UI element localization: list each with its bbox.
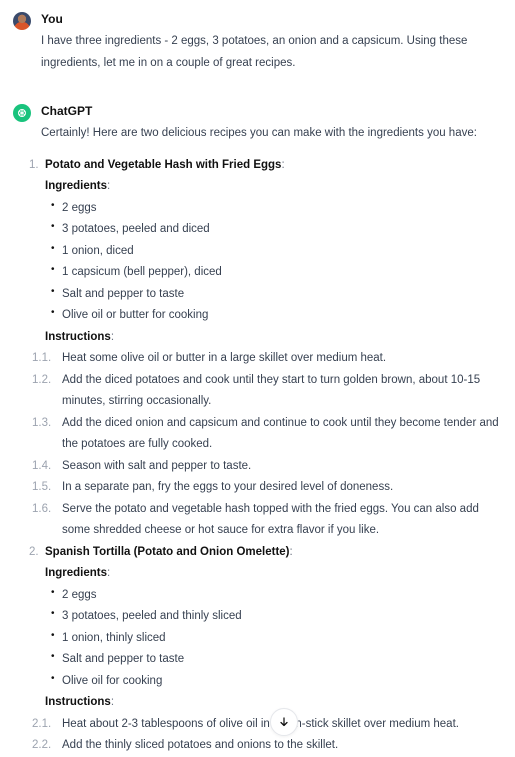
- ingredient-item: • 1 onion, diced: [41, 241, 505, 263]
- ingredient-item: • Olive oil or butter for cooking: [41, 305, 505, 327]
- step-number: 1.3.: [32, 416, 52, 429]
- ingredients-label: Ingredients: [45, 180, 107, 192]
- ingredient-text: 2 eggs: [62, 201, 97, 214]
- instruction-step: 1.3. Add the diced onion and capsicum and…: [32, 413, 505, 456]
- ingredients-list: • 2 eggs • 3 potatoes, peeled and diced • 1 o…: [41, 198, 505, 327]
- bullet-icon: •: [51, 672, 55, 684]
- ingredients-heading: Ingredients:: [45, 567, 111, 579]
- ingredient-text: 3 potatoes, peeled and thinly sliced: [62, 610, 242, 622]
- recipe-number: 2.: [29, 545, 39, 558]
- step-text: Season with salt and pepper to taste.: [62, 459, 252, 472]
- instructions-label: Instructions: [45, 696, 111, 708]
- recipe-item: 1. Potato and Vegetable Hash with Fried E…: [29, 155, 505, 542]
- step-text: Add the diced potatoes and cook until th…: [62, 373, 481, 408]
- ingredient-text: Salt and pepper to taste: [62, 287, 185, 300]
- instruction-step: 1.6. Serve the potato and vegetable hash …: [32, 499, 505, 542]
- bullet-icon: •: [51, 586, 55, 598]
- step-text: In a separate pan, fry the eggs to your …: [62, 481, 394, 493]
- step-number: 2.2.: [32, 739, 52, 751]
- bullet-icon: •: [51, 199, 55, 211]
- bullet-icon: •: [51, 651, 55, 662]
- instructions-heading: Instructions:: [45, 330, 115, 343]
- instruction-step: 1.2. Add the diced potatoes and cook unti…: [32, 370, 505, 413]
- colon: :: [289, 545, 293, 558]
- ingredients-label: Ingredients: [45, 567, 107, 579]
- ingredient-text: 1 capsicum (bell pepper), diced: [62, 266, 222, 278]
- ingredient-item: • Olive oil for cooking: [41, 671, 505, 693]
- step-text: Add the thinly sliced potatoes and onion…: [62, 739, 339, 751]
- instruction-step: 1.4. Season with salt and pepper to taste…: [32, 456, 505, 478]
- assistant-intro: Certainly! Here are two delicious recipe…: [41, 127, 477, 139]
- step-number: 1.5.: [32, 481, 52, 493]
- bullet-icon: •: [51, 264, 55, 275]
- instructions-list: 1.1. Heat some olive oil or butter in a l…: [32, 348, 505, 542]
- bullet-icon: •: [51, 221, 55, 232]
- instruction-step: 1.1. Heat some olive oil or butter in a l…: [32, 348, 505, 370]
- ingredient-item: • 1 capsicum (bell pepper), diced: [41, 262, 505, 284]
- bullet-icon: •: [51, 242, 55, 254]
- step-number: 2.1.: [32, 717, 52, 730]
- ingredient-text: 1 onion, thinly sliced: [62, 631, 166, 644]
- bullet-icon: •: [51, 285, 55, 297]
- ingredient-item: • Salt and pepper to taste: [41, 649, 505, 671]
- colon: :: [281, 158, 285, 171]
- ingredient-text: 3 potatoes, peeled and diced: [62, 223, 210, 235]
- user-name: You: [41, 12, 63, 26]
- assistant-message-body: Certainly! Here are two delicious recipe…: [29, 123, 505, 757]
- bullet-icon: •: [51, 608, 55, 619]
- arrow-down-icon: [280, 717, 288, 727]
- ingredient-text: Olive oil for cooking: [62, 674, 163, 687]
- ingredient-text: Salt and pepper to taste: [62, 653, 185, 665]
- step-text: Serve the potato and vegetable hash topp…: [62, 502, 479, 537]
- step-number: 1.6.: [32, 502, 52, 515]
- user-avatar: [13, 12, 31, 30]
- recipe-title: Spanish Tortilla (Potato and Onion Omele…: [45, 545, 290, 558]
- ingredient-item: • 2 eggs: [41, 198, 505, 220]
- user-message-text: I have three ingredients - 2 eggs, 3 pot…: [41, 35, 468, 69]
- recipe-title: Potato and Vegetable Hash with Fried Egg…: [45, 158, 282, 171]
- step-text: Add the diced onion and capsicum and con…: [62, 416, 499, 451]
- step-number: 1.4.: [32, 459, 52, 472]
- instructions-label: Instructions: [45, 330, 111, 343]
- step-text: Heat about 2-3 tablespoons of olive oil …: [62, 717, 459, 730]
- step-number: 1.2.: [32, 373, 52, 386]
- ingredient-text: Olive oil or butter for cooking: [62, 309, 209, 321]
- ingredient-item: • 1 onion, thinly sliced: [41, 628, 505, 650]
- step-number: 1.1.: [32, 352, 52, 364]
- recipe-list: 1. Potato and Vegetable Hash with Fried E…: [29, 155, 505, 757]
- instruction-step: 1.5. In a separate pan, fry the eggs to y…: [32, 477, 505, 499]
- ingredient-item: • Salt and pepper to taste: [41, 284, 505, 306]
- ingredient-item: • 2 eggs: [41, 585, 505, 607]
- ingredient-item: • 3 potatoes, peeled and diced: [41, 219, 505, 241]
- step-text: Heat some olive oil or butter in a large…: [62, 352, 387, 364]
- recipe-number: 1.: [29, 158, 39, 171]
- ingredient-text: 1 onion, diced: [62, 244, 134, 257]
- assistant-name: ChatGPT: [41, 104, 93, 118]
- bullet-icon: •: [51, 307, 55, 318]
- ingredients-list: • 2 eggs • 3 potatoes, peeled and thinly sl…: [41, 585, 505, 693]
- ingredient-text: 2 eggs: [62, 588, 97, 601]
- instruction-step: 2.2. Add the thinly sliced potatoes and o…: [32, 735, 505, 757]
- bullet-icon: •: [51, 629, 55, 641]
- ingredient-item: • 3 potatoes, peeled and thinly sliced: [41, 606, 505, 628]
- ingredients-heading: Ingredients:: [45, 180, 111, 192]
- chatgpt-logo-icon: [13, 104, 31, 122]
- scroll-to-bottom-button[interactable]: [270, 708, 298, 736]
